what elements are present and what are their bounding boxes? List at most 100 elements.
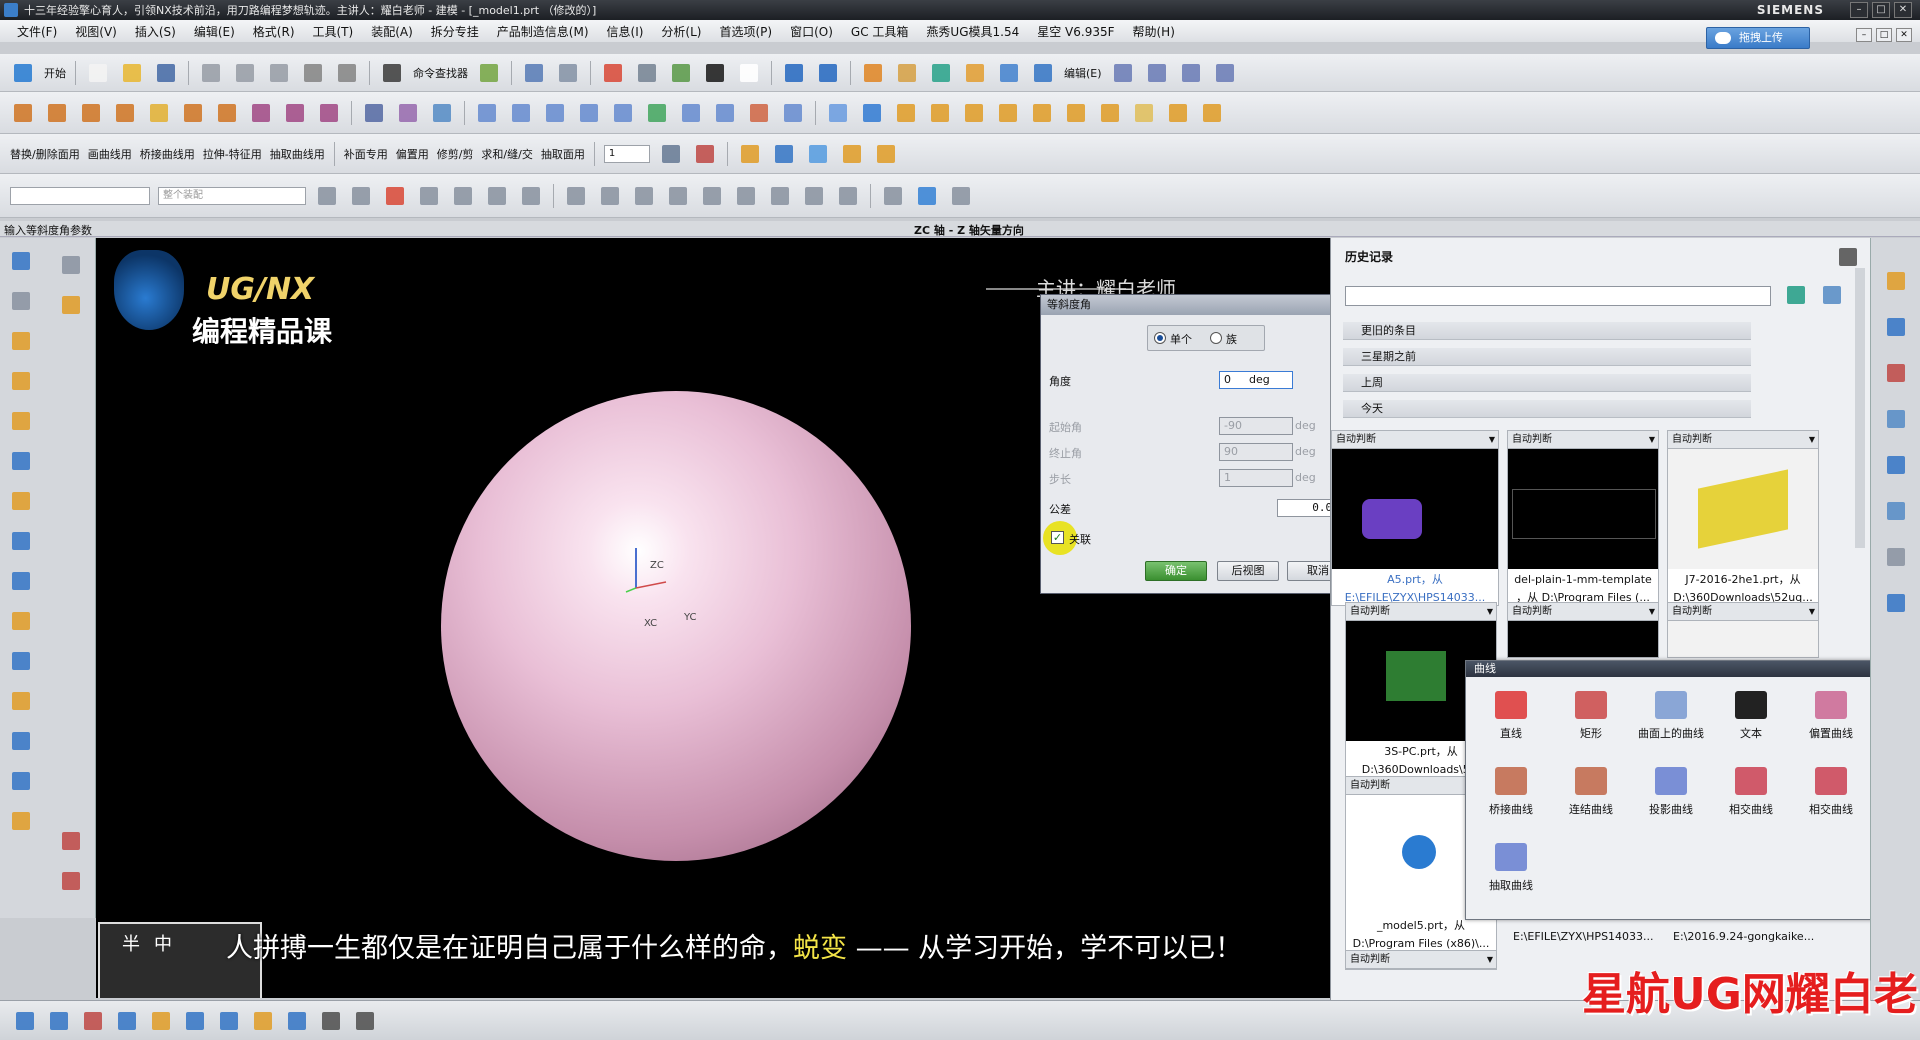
feature-icon-1[interactable] bbox=[10, 100, 36, 126]
curve-text-tool[interactable]: 文本 bbox=[1714, 691, 1788, 741]
edit-menu-button[interactable]: 编辑(E) bbox=[1064, 65, 1102, 81]
display-icon[interactable] bbox=[805, 141, 831, 167]
orient-icon[interactable] bbox=[771, 141, 797, 167]
group-last-week[interactable]: 上周 bbox=[1343, 374, 1751, 392]
open-folder-icon[interactable] bbox=[119, 60, 145, 86]
surface-icon-3[interactable] bbox=[429, 100, 455, 126]
contrast-icon[interactable] bbox=[702, 60, 728, 86]
close-button[interactable]: ✕ bbox=[1894, 2, 1912, 18]
snap-tangent-icon[interactable] bbox=[801, 183, 827, 209]
fit-view-icon[interactable] bbox=[600, 60, 626, 86]
left-tool-icon-18[interactable] bbox=[58, 828, 84, 854]
table-icon[interactable] bbox=[880, 183, 906, 209]
mesh-icon-9[interactable] bbox=[746, 100, 772, 126]
binoculars-icon[interactable] bbox=[379, 60, 405, 86]
mold-icon-2[interactable] bbox=[927, 100, 953, 126]
left-tool-icon-6[interactable] bbox=[8, 448, 34, 474]
save-icon[interactable] bbox=[153, 60, 179, 86]
mesh-icon-1[interactable] bbox=[474, 100, 500, 126]
mold-icon-6[interactable] bbox=[1063, 100, 1089, 126]
scope-filter-select[interactable]: 整个装配 bbox=[158, 186, 306, 205]
patch-face-menu[interactable]: 补面专用 bbox=[344, 146, 388, 162]
filter-icon-5[interactable] bbox=[484, 183, 510, 209]
command-finder-button[interactable]: 命令查找器 bbox=[413, 65, 468, 81]
offset-menu[interactable]: 偏置用 bbox=[396, 146, 429, 162]
radio-single[interactable] bbox=[1154, 332, 1166, 344]
menu-pmi[interactable]: 产品制造信息(M) bbox=[488, 23, 598, 40]
menu-help[interactable]: 帮助(H) bbox=[1124, 23, 1184, 40]
menu-gc-toolkit[interactable]: GC 工具箱 bbox=[842, 23, 918, 40]
box-icon[interactable] bbox=[962, 60, 988, 86]
filter-icon-6[interactable] bbox=[518, 183, 544, 209]
group-today[interactable]: 今天 bbox=[1343, 400, 1751, 418]
bottom-tool-icon-7[interactable] bbox=[216, 1008, 242, 1034]
plane-icon[interactable] bbox=[1144, 60, 1170, 86]
left-tool-icon-7[interactable] bbox=[8, 488, 34, 514]
mesh-icon-3[interactable] bbox=[542, 100, 568, 126]
menu-insert[interactable]: 插入(S) bbox=[126, 23, 185, 40]
landscape-icon[interactable] bbox=[1819, 282, 1845, 308]
left-tool-icon-2[interactable] bbox=[8, 288, 34, 314]
history-card[interactable]: 自动判断 bbox=[1507, 602, 1659, 658]
new-file-icon[interactable] bbox=[85, 60, 111, 86]
resource-history-icon[interactable] bbox=[1883, 498, 1909, 524]
history-card[interactable]: 自动判断 A5.prt，从 E:\EFILE\ZYX\HPS14033... bbox=[1331, 430, 1499, 606]
left-tool-icon-17[interactable] bbox=[58, 292, 84, 318]
left-tool-icon-16[interactable] bbox=[58, 252, 84, 278]
left-tool-icon-4[interactable] bbox=[8, 368, 34, 394]
shaded-view-icon[interactable] bbox=[634, 60, 660, 86]
feature-icon-7[interactable] bbox=[214, 100, 240, 126]
feature-icon-9[interactable] bbox=[282, 100, 308, 126]
curves-panel-title[interactable]: 曲线 bbox=[1466, 661, 1919, 677]
text-style-icon[interactable] bbox=[318, 1008, 344, 1034]
left-tool-icon-11[interactable] bbox=[8, 648, 34, 674]
left-tool-icon-9[interactable] bbox=[8, 568, 34, 594]
mold-icon-3[interactable] bbox=[961, 100, 987, 126]
unite-sew-menu[interactable]: 求和/缝/交 bbox=[481, 146, 532, 162]
csys-icon[interactable] bbox=[1178, 60, 1204, 86]
resource-library-icon[interactable] bbox=[1883, 406, 1909, 432]
curve-extract-tool[interactable]: 抽取曲线 bbox=[1474, 843, 1548, 893]
left-tool-icon-19[interactable] bbox=[58, 868, 84, 894]
mold-icon-5[interactable] bbox=[1029, 100, 1055, 126]
start-angle-input[interactable]: -90 bbox=[1219, 417, 1293, 435]
filter-icon-2[interactable] bbox=[348, 183, 374, 209]
trim-menu[interactable]: 修剪/剪 bbox=[437, 146, 474, 162]
minimize-button[interactable]: – bbox=[1850, 2, 1868, 18]
history-card[interactable]: 自动判断 del-plain-1-mm-template ，从 D:\Progr… bbox=[1507, 430, 1659, 606]
mesh-icon-4[interactable] bbox=[576, 100, 602, 126]
menu-file[interactable]: 文件(F) bbox=[8, 23, 66, 40]
start-icon[interactable] bbox=[10, 60, 36, 86]
curve-intersect-tool[interactable]: 相交曲线 bbox=[1714, 767, 1788, 817]
cube-icon[interactable] bbox=[996, 60, 1022, 86]
white-background-icon[interactable] bbox=[736, 60, 762, 86]
menu-tools[interactable]: 工具(T) bbox=[304, 23, 363, 40]
left-tool-icon-13[interactable] bbox=[8, 728, 34, 754]
feature-icon-3[interactable] bbox=[78, 100, 104, 126]
history-filter-combo[interactable] bbox=[1345, 286, 1771, 306]
back-arrow-icon[interactable] bbox=[1783, 282, 1809, 308]
snap-mid-icon[interactable] bbox=[597, 183, 623, 209]
cube-view-icon[interactable] bbox=[914, 183, 940, 209]
menu-info[interactable]: 信息(I) bbox=[598, 23, 653, 40]
sketch-icon[interactable] bbox=[1110, 60, 1136, 86]
curve-bridge-tool[interactable]: 桥接曲线 bbox=[1474, 767, 1548, 817]
mold-icon-4[interactable] bbox=[995, 100, 1021, 126]
paste-icon[interactable] bbox=[266, 60, 292, 86]
angle-icon[interactable] bbox=[873, 141, 899, 167]
curve-on-surface-tool[interactable]: 曲面上的曲线 bbox=[1634, 691, 1708, 741]
resource-assembly-icon[interactable] bbox=[1883, 268, 1909, 294]
sphere-shade-icon[interactable] bbox=[476, 60, 502, 86]
render-icon[interactable] bbox=[668, 60, 694, 86]
menu-split[interactable]: 拆分专挂 bbox=[422, 23, 488, 40]
mold-icon-1[interactable] bbox=[893, 100, 919, 126]
block-grid-icon[interactable] bbox=[894, 60, 920, 86]
mold-icon-8[interactable] bbox=[1131, 100, 1157, 126]
curve-line-tool[interactable]: 直线 bbox=[1474, 691, 1548, 741]
snap-point-icon[interactable] bbox=[767, 183, 793, 209]
bottom-tool-icon-5[interactable] bbox=[148, 1008, 174, 1034]
card-header[interactable]: 自动判断 bbox=[1668, 431, 1818, 449]
mesh-icon-7[interactable] bbox=[678, 100, 704, 126]
menu-analysis[interactable]: 分析(L) bbox=[652, 23, 710, 40]
gear-icon[interactable] bbox=[1165, 100, 1191, 126]
